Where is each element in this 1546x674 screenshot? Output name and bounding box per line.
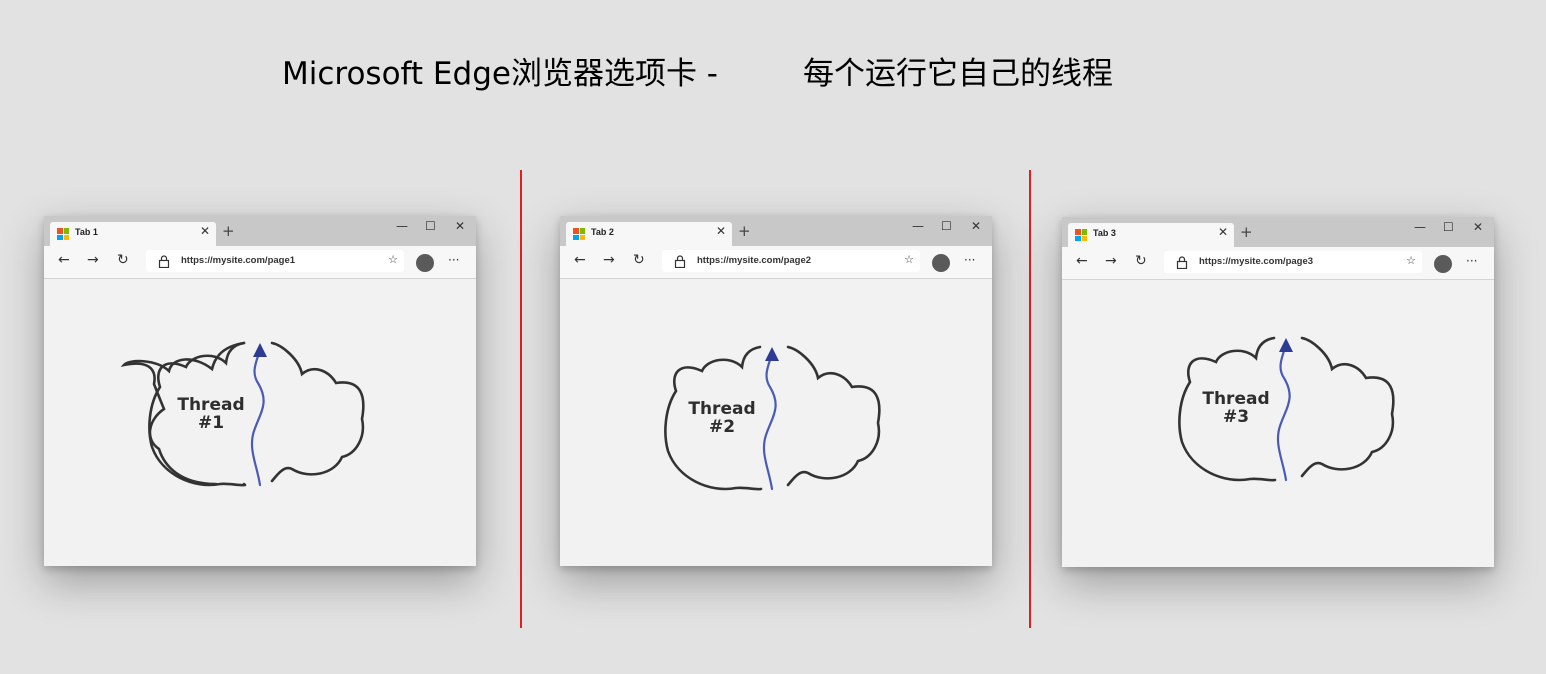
thread-label-line2: #1 xyxy=(197,413,225,433)
thread-arrow-icon xyxy=(765,347,779,361)
more-icon[interactable]: ··· xyxy=(1466,254,1477,268)
browser-tab-1[interactable]: Tab 1 ✕ xyxy=(50,222,216,246)
lock-icon xyxy=(158,255,170,268)
browser-window-3: Tab 3 ✕ + — ☐ ✕ ← → ↻ https://mysite.com… xyxy=(1062,217,1494,567)
back-icon[interactable]: ← xyxy=(1076,253,1088,269)
tab-label: Tab 1 xyxy=(75,227,98,237)
profile-avatar-icon[interactable] xyxy=(932,254,950,272)
thread-label: Thread #2 xyxy=(672,400,772,436)
thread-label-line2: #2 xyxy=(708,417,736,437)
title-bar: Tab 2 ✕ + — ☐ ✕ xyxy=(560,216,992,246)
address-bar[interactable]: https://mysite.com/page1 ☆ xyxy=(146,250,404,272)
new-tab-icon[interactable]: + xyxy=(222,222,235,240)
minimize-icon[interactable]: — xyxy=(912,219,924,233)
close-icon[interactable]: ✕ xyxy=(200,224,210,238)
toolbar: ← → ↻ https://mysite.com/page3 ☆ ··· xyxy=(1062,247,1494,280)
browser-tab-3[interactable]: Tab 3 ✕ xyxy=(1068,223,1234,247)
close-window-icon[interactable]: ✕ xyxy=(971,219,981,233)
url-text: https://mysite.com/page3 xyxy=(1199,256,1314,267)
profile-avatar-icon[interactable] xyxy=(1434,255,1452,273)
new-tab-icon[interactable]: + xyxy=(738,222,751,240)
title-bar: Tab 1 ✕ + — ☐ ✕ xyxy=(44,216,476,246)
favorite-star-icon[interactable]: ☆ xyxy=(904,253,914,266)
microsoft-logo-icon xyxy=(573,228,585,240)
url-text: https://mysite.com/page2 xyxy=(697,255,812,266)
microsoft-logo-icon xyxy=(1075,229,1087,241)
microsoft-logo-icon xyxy=(57,228,69,240)
close-window-icon[interactable]: ✕ xyxy=(455,219,465,233)
page-content: Thread #3 xyxy=(1062,280,1494,567)
refresh-icon[interactable]: ↻ xyxy=(117,252,129,268)
thread-label: Thread #3 xyxy=(1186,390,1286,426)
close-icon[interactable]: ✕ xyxy=(1218,225,1228,239)
forward-icon[interactable]: → xyxy=(1105,253,1117,269)
close-window-icon[interactable]: ✕ xyxy=(1473,220,1483,234)
browser-window-2: Tab 2 ✕ + — ☐ ✕ ← → ↻ https://mysite.com… xyxy=(560,216,992,566)
back-icon[interactable]: ← xyxy=(58,252,70,268)
thread-arrow-icon xyxy=(1279,338,1293,352)
thread-label-line1: Thread xyxy=(1202,389,1270,409)
url-text: https://mysite.com/page1 xyxy=(181,255,296,266)
tab-label: Tab 2 xyxy=(591,227,614,237)
red-divider-1 xyxy=(520,170,522,628)
lock-icon xyxy=(1176,256,1188,269)
address-bar[interactable]: https://mysite.com/page2 ☆ xyxy=(662,250,920,272)
browser-tab-2[interactable]: Tab 2 ✕ xyxy=(566,222,732,246)
favorite-star-icon[interactable]: ☆ xyxy=(388,253,398,266)
back-icon[interactable]: ← xyxy=(574,252,586,268)
minimize-icon[interactable]: — xyxy=(1414,220,1426,234)
title-bar: Tab 3 ✕ + — ☐ ✕ xyxy=(1062,217,1494,247)
maximize-icon[interactable]: ☐ xyxy=(941,219,952,233)
maximize-icon[interactable]: ☐ xyxy=(1443,220,1454,234)
more-icon[interactable]: ··· xyxy=(448,253,459,267)
new-tab-icon[interactable]: + xyxy=(1240,223,1253,241)
page-title: Microsoft Edge浏览器选项卡 - 每个运行它自己的线程 xyxy=(0,48,1546,92)
more-icon[interactable]: ··· xyxy=(964,253,975,267)
title-right-text: 每个运行它自己的线程 xyxy=(803,56,1113,92)
close-icon[interactable]: ✕ xyxy=(716,224,726,238)
page-content: Thread #2 xyxy=(560,279,992,566)
maximize-icon[interactable]: ☐ xyxy=(425,219,436,233)
toolbar: ← → ↻ https://mysite.com/page2 ☆ ··· xyxy=(560,246,992,279)
profile-avatar-icon[interactable] xyxy=(416,254,434,272)
page-content: Thread #1 xyxy=(44,279,476,566)
address-bar[interactable]: https://mysite.com/page3 ☆ xyxy=(1164,251,1422,273)
thread-label: Thread #1 xyxy=(161,396,261,432)
cloud-icon xyxy=(664,345,881,491)
thread-arrow-icon xyxy=(253,343,267,357)
browser-window-1: Tab 1 ✕ + — ☐ ✕ ← → ↻ https://mysite.com… xyxy=(44,216,476,566)
red-divider-2 xyxy=(1029,170,1031,628)
refresh-icon[interactable]: ↻ xyxy=(633,252,645,268)
favorite-star-icon[interactable]: ☆ xyxy=(1406,254,1416,267)
minimize-icon[interactable]: — xyxy=(396,219,408,233)
forward-icon[interactable]: → xyxy=(87,252,99,268)
title-left-text: Microsoft Edge浏览器选项卡 - xyxy=(282,56,718,92)
tab-label: Tab 3 xyxy=(1093,228,1116,238)
refresh-icon[interactable]: ↻ xyxy=(1135,253,1147,269)
thread-label-line1: Thread xyxy=(688,399,756,419)
thread-label-line2: #3 xyxy=(1222,407,1250,427)
thread-label-line1: Thread xyxy=(177,395,245,415)
forward-icon[interactable]: → xyxy=(603,252,615,268)
lock-icon xyxy=(674,255,686,268)
toolbar: ← → ↻ https://mysite.com/page1 ☆ ··· xyxy=(44,246,476,279)
